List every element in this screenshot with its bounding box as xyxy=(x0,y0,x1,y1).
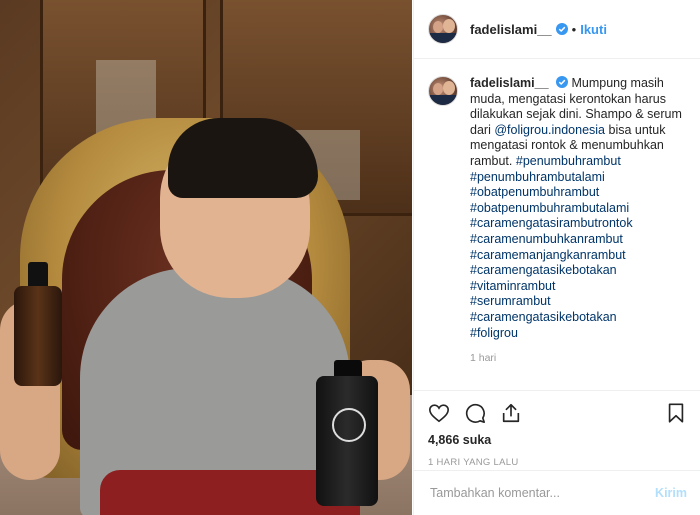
avatar[interactable] xyxy=(428,14,458,44)
serum-bottle xyxy=(14,286,62,386)
comment-icon[interactable] xyxy=(464,402,486,424)
action-bar: 4,866 suka 1 HARI YANG LALU xyxy=(414,390,700,468)
hashtag-link[interactable]: #vitaminrambut xyxy=(470,279,690,295)
caption: fadelislami__ Mumpung masih muda, mengat… xyxy=(428,76,690,367)
verified-badge-icon xyxy=(555,23,568,35)
hashtag-link[interactable]: #caramenumbuhkanrambut xyxy=(470,232,690,248)
hashtag-link[interactable]: #obatpenumbuhrambutalami xyxy=(470,201,690,217)
bookmark-icon[interactable] xyxy=(665,402,687,424)
instagram-post: fadelislami__ • Ikuti fadelislami__ Mump… xyxy=(0,0,700,515)
comment-box: Kirim xyxy=(414,470,700,515)
comment-input[interactable] xyxy=(428,485,656,501)
hashtag-list: #penumbuhrambutalami #obatpenumbuhrambut #… xyxy=(470,170,690,342)
heart-icon[interactable] xyxy=(428,402,450,424)
man-hair xyxy=(168,118,318,198)
hashtag-link[interactable]: #serumrambut xyxy=(470,294,690,310)
post-timestamp[interactable]: 1 HARI YANG LALU xyxy=(428,457,687,468)
hashtag-link[interactable]: #caramengatasikebotakan xyxy=(470,263,690,279)
follow-button[interactable]: Ikuti xyxy=(580,22,607,37)
mention-link[interactable]: @foligrou.indonesia xyxy=(494,123,605,137)
hashtag-link[interactable]: #caramengatasikebotakan xyxy=(470,310,690,326)
hashtag-link[interactable]: #caramengatasirambutrontok xyxy=(470,216,690,232)
action-icons xyxy=(428,399,687,427)
username-link[interactable]: fadelislami__ xyxy=(470,22,552,37)
hashtag-link[interactable]: #penumbuhrambutalami xyxy=(470,170,690,186)
caption-text: fadelislami__ Mumpung masih muda, mengat… xyxy=(470,76,690,367)
hashtag-link[interactable]: #caramemanjangkanrambut xyxy=(470,248,690,264)
post-comment-button[interactable]: Kirim xyxy=(655,486,687,500)
post-photo[interactable] xyxy=(0,0,412,515)
caption-time[interactable]: 1 hari xyxy=(470,351,690,367)
like-count[interactable]: 4,866 suka xyxy=(428,433,687,447)
caption-username[interactable]: fadelislami__ xyxy=(470,76,549,90)
shampoo-label-seal xyxy=(332,408,366,442)
verified-badge-icon xyxy=(556,76,568,88)
caption-avatar[interactable] xyxy=(428,76,458,106)
post-header: fadelislami__ • Ikuti xyxy=(414,0,700,59)
hashtag-link[interactable]: #foligrou xyxy=(470,326,690,342)
share-icon[interactable] xyxy=(500,402,522,424)
post-sidebar: fadelislami__ • Ikuti fadelislami__ Mump… xyxy=(413,0,700,515)
hashtag-link[interactable]: #obatpenumbuhrambut xyxy=(470,185,690,201)
separator-dot: • xyxy=(571,21,577,37)
hashtag-link[interactable]: #penumbuhrambut xyxy=(516,154,621,168)
